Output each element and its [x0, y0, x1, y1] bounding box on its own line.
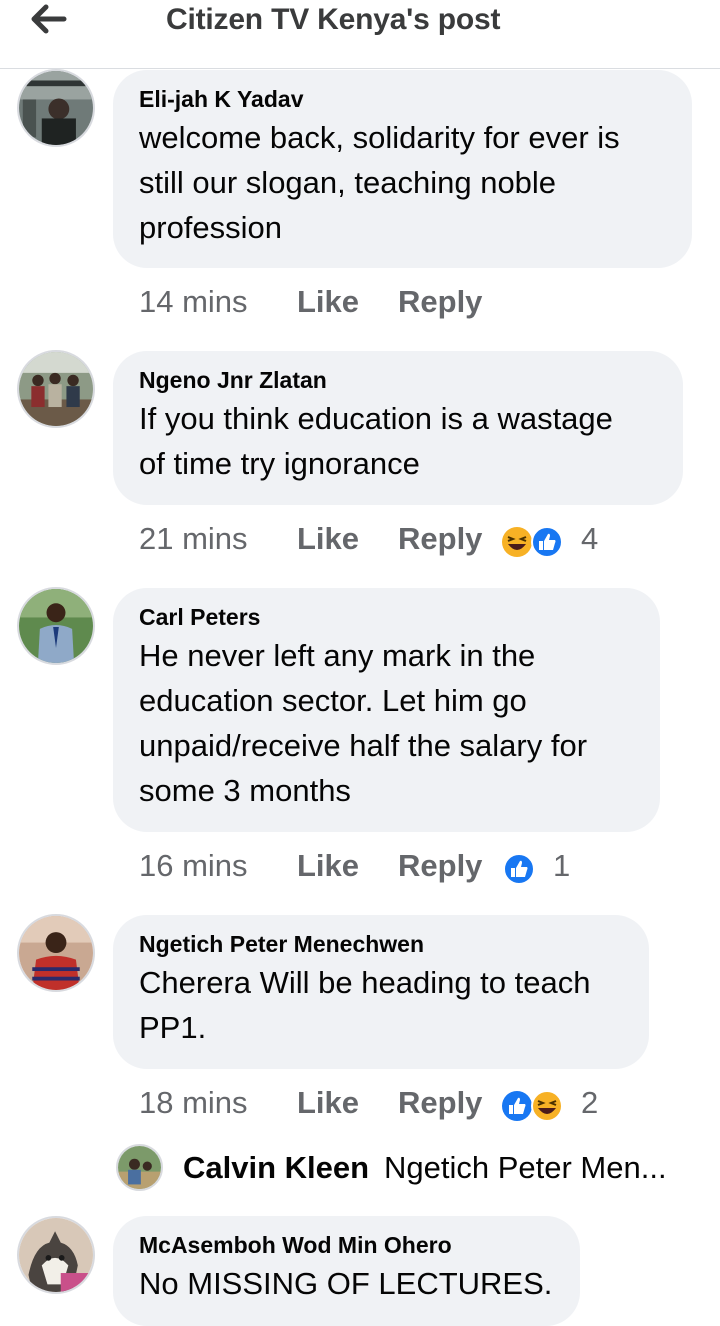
like-icon: [502, 1091, 532, 1121]
like-button[interactable]: Like: [297, 284, 359, 320]
reply-button[interactable]: Reply: [398, 1085, 482, 1121]
comment-text: If you think education is a wastage of t…: [139, 396, 657, 486]
comment-timestamp[interactable]: 18 mins: [139, 1085, 248, 1121]
comment-timestamp[interactable]: 16 mins: [139, 848, 248, 884]
comment-author[interactable]: Ngeno Jnr Zlatan: [139, 365, 657, 395]
comment-text-line: some 3 months: [139, 773, 351, 808]
reactions-summary[interactable]: [501, 1089, 571, 1123]
comment-bubble: Carl Peters He never left any mark in th…: [113, 588, 660, 832]
like-icon: [503, 853, 535, 885]
reaction-count[interactable]: 2: [581, 1085, 598, 1121]
like-button[interactable]: Like: [297, 1085, 359, 1121]
avatar[interactable]: [17, 350, 95, 428]
comment-timestamp[interactable]: 14 mins: [139, 284, 248, 320]
reactions-summary[interactable]: [501, 525, 571, 559]
comment-text: No MISSING OF LECTURES.: [139, 1261, 554, 1306]
comment-text-line: unpaid/receive half the salary for: [139, 728, 588, 763]
avatar[interactable]: [17, 914, 95, 992]
comment-text-line: No MISSING OF LECTURES.: [139, 1266, 553, 1301]
reply-button[interactable]: Reply: [398, 521, 482, 557]
comment-text: He never left any mark in the education …: [139, 633, 634, 813]
comment-text-line: Cherera Will be heading to teach: [139, 965, 591, 1000]
comment-text-line: still our slogan, teaching noble: [139, 165, 557, 200]
comment-text-line: He never left any mark in the: [139, 638, 536, 673]
reply-button[interactable]: Reply: [398, 848, 482, 884]
comment-timestamp[interactable]: 21 mins: [139, 521, 248, 557]
haha-icon: [531, 1090, 563, 1122]
comment-text-line: welcome back, solidarity for ever is: [139, 120, 620, 155]
like-icon: [531, 526, 563, 558]
comment-actions: 16 mins Like Reply 1: [139, 848, 639, 888]
comment-author[interactable]: Carl Peters: [139, 602, 634, 632]
avatar[interactable]: [17, 69, 95, 147]
comment-text: welcome back, solidarity for ever is sti…: [139, 115, 666, 250]
comment-text-line: PP1.: [139, 1010, 207, 1045]
reply-preview[interactable]: Calvin Kleen Ngetich Peter Men...: [116, 1144, 720, 1194]
comment-text: Cherera Will be heading to teach PP1.: [139, 960, 623, 1050]
reaction-count[interactable]: 1: [553, 848, 570, 884]
avatar[interactable]: [116, 1144, 163, 1191]
comment-text-line: of time try ignorance: [139, 446, 420, 481]
avatar[interactable]: [17, 587, 95, 665]
like-button[interactable]: Like: [297, 848, 359, 884]
reaction-count[interactable]: 4: [581, 521, 598, 557]
back-button[interactable]: [28, 2, 68, 36]
reactions-summary[interactable]: [501, 852, 537, 886]
arrow-left-icon: [31, 4, 67, 34]
comment-bubble: Ngeno Jnr Zlatan If you think education …: [113, 351, 683, 505]
comment-bubble: McAsemboh Wod Min Ohero No MISSING OF LE…: [113, 1216, 580, 1326]
comment-author[interactable]: Eli-jah K Yadav: [139, 84, 666, 114]
comment-actions: 21 mins Like Reply 4: [139, 521, 639, 561]
reply-button[interactable]: Reply: [398, 284, 482, 320]
reply-author[interactable]: Calvin Kleen: [183, 1150, 369, 1186]
comment-text-line: profession: [139, 210, 283, 245]
comment-text-line: education sector. Let him go: [139, 683, 527, 718]
comment-bubble: Eli-jah K Yadav welcome back, solidarity…: [113, 70, 692, 268]
comment-actions: 18 mins Like Reply 2: [139, 1085, 639, 1125]
avatar[interactable]: [17, 1216, 95, 1294]
comment-author[interactable]: Ngetich Peter Menechwen: [139, 929, 623, 959]
haha-icon: [502, 527, 532, 557]
comment-author[interactable]: McAsemboh Wod Min Ohero: [139, 1230, 554, 1260]
post-header: Citizen TV Kenya's post: [0, 0, 720, 69]
comment-text-line: If you think education is a wastage: [139, 401, 613, 436]
page-title: Citizen TV Kenya's post: [166, 3, 501, 36]
like-button[interactable]: Like: [297, 521, 359, 557]
reply-snippet[interactable]: Ngetich Peter Men...: [384, 1150, 667, 1186]
comment-bubble: Ngetich Peter Menechwen Cherera Will be …: [113, 915, 649, 1069]
